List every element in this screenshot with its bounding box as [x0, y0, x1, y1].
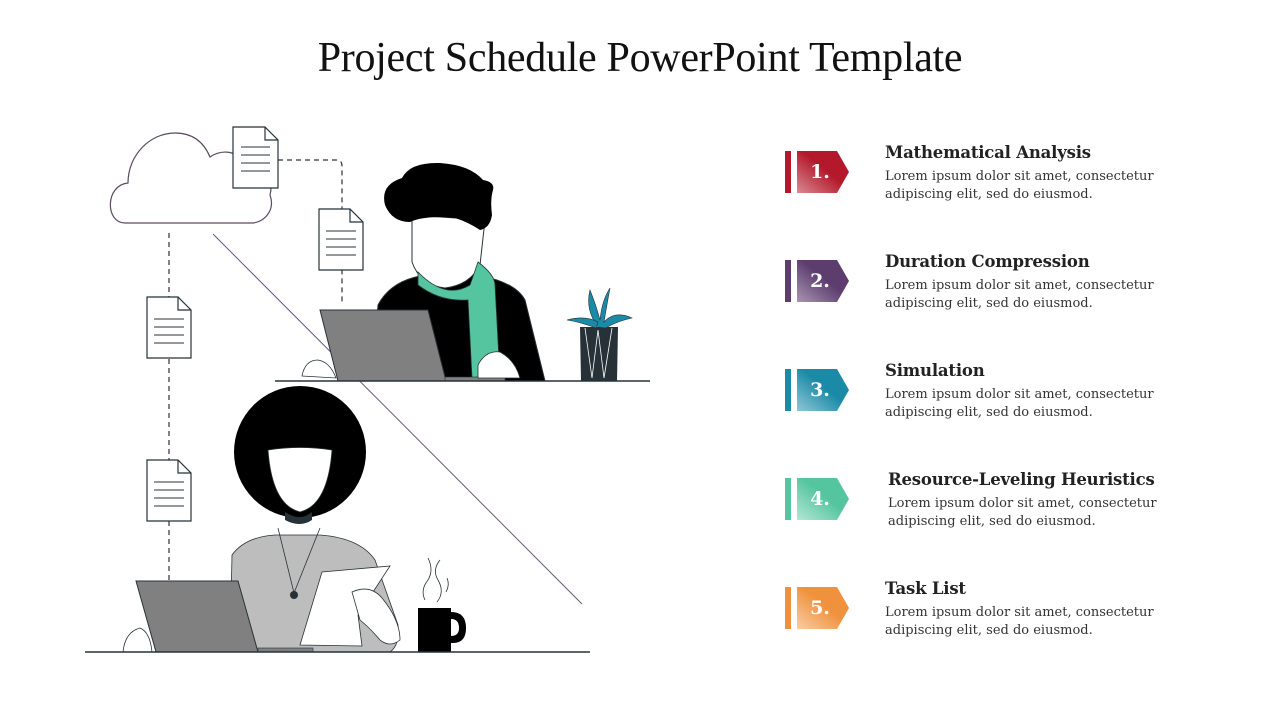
man-with-laptop: [301, 162, 546, 382]
step-number: 1.: [810, 161, 830, 183]
step-item: 5. Task List Lorem ipsum dolor sit amet,…: [785, 579, 1265, 649]
step-item: 3. Simulation Lorem ipsum dolor sit amet…: [785, 361, 1265, 431]
step-number: 3.: [810, 379, 830, 401]
step-title: Mathematical Analysis: [885, 143, 1091, 162]
step-badge: 5.: [785, 587, 851, 629]
step-description: Lorem ipsum dolor sit amet, consectetur …: [885, 387, 1154, 420]
step-badge: 2.: [785, 260, 851, 302]
coffee-mug: [418, 557, 466, 652]
illustration: [85, 126, 650, 653]
step-item: 1. Mathematical Analysis Lorem ipsum dol…: [785, 143, 1265, 213]
step-description: Lorem ipsum dolor sit amet, consectetur …: [885, 278, 1154, 311]
badge-bar: [785, 369, 791, 411]
document-icon: [232, 126, 279, 189]
step-description: Lorem ipsum dolor sit amet, consectetur …: [885, 169, 1154, 202]
badge-bar: [785, 260, 791, 302]
potted-plant: [566, 287, 633, 381]
step-number: 5.: [810, 597, 830, 619]
step-number: 4.: [810, 488, 830, 510]
step-badge: 4.: [785, 478, 851, 520]
step-description: Lorem ipsum dolor sit amet, consectetur …: [885, 605, 1154, 638]
step-number: 2.: [810, 270, 830, 292]
document-icon: [146, 296, 192, 359]
steps-list: 1. Mathematical Analysis Lorem ipsum dol…: [785, 0, 1265, 720]
step-description: Lorem ipsum dolor sit amet, consectetur …: [888, 496, 1157, 529]
step-badge: 3.: [785, 369, 851, 411]
step-title: Duration Compression: [885, 252, 1090, 271]
step-title: Task List: [885, 579, 966, 598]
step-badge: 1.: [785, 151, 851, 193]
step-item: 4. Resource-Leveling Heuristics Lorem ip…: [785, 470, 1265, 540]
document-icon: [318, 208, 364, 271]
badge-bar: [785, 587, 791, 629]
step-item: 2. Duration Compression Lorem ipsum dolo…: [785, 252, 1265, 322]
step-title: Resource-Leveling Heuristics: [888, 470, 1155, 489]
badge-bar: [785, 478, 791, 520]
document-icon: [146, 459, 192, 522]
laptop: [319, 309, 447, 382]
laptop: [135, 580, 259, 653]
badge-bar: [785, 151, 791, 193]
step-title: Simulation: [885, 361, 985, 380]
